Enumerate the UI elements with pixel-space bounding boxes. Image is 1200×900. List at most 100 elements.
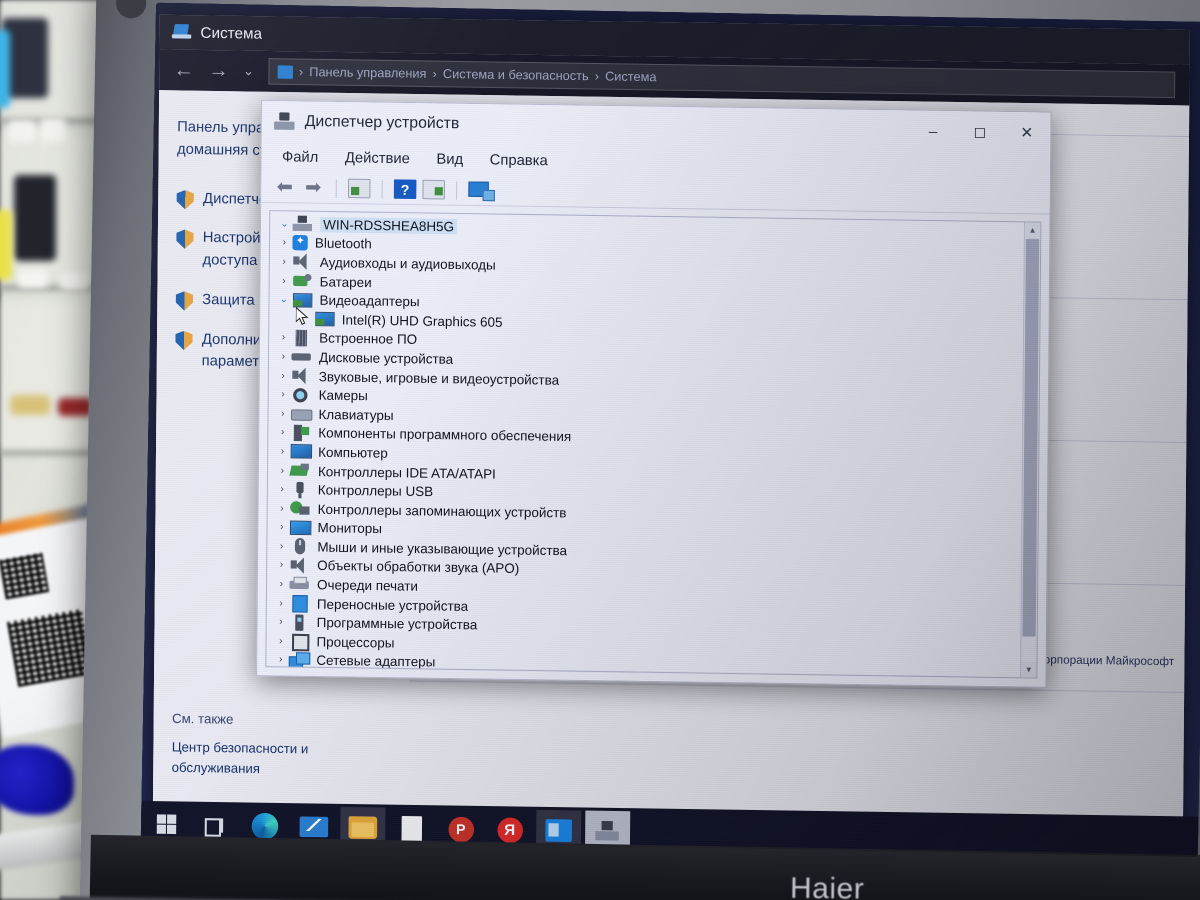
tree-item-label: Встроенное ПО: [319, 330, 418, 348]
system-icon: [172, 23, 193, 42]
breadcrumb-item-2[interactable]: Система и безопасность: [443, 67, 589, 83]
tree-item-label: Звуковые, игровые и видеоустройства: [318, 368, 560, 388]
chevron-right-icon[interactable]: ›: [275, 408, 291, 419]
edge-icon: [251, 812, 279, 840]
tree-item-label: Очереди печати: [316, 577, 418, 594]
tree-item-label: Сетевые адаптеры: [316, 652, 436, 671]
chevron-right-icon[interactable]: ›: [273, 579, 289, 590]
tree-item-label: Контроллеры запоминающих устройств: [317, 501, 567, 521]
vertical-scrollbar[interactable]: ▲ ▼: [1020, 222, 1041, 678]
scrollbar-thumb[interactable]: [1022, 238, 1040, 637]
device-manager-title: Диспетчер устройств: [304, 112, 460, 133]
chevron-right-icon[interactable]: ›: [275, 370, 291, 381]
menu-item-help[interactable]: Справка: [490, 152, 548, 169]
chevron-right-icon[interactable]: ›: [274, 522, 290, 533]
menu-item-view[interactable]: Вид: [436, 151, 463, 168]
see-also-link[interactable]: Центр безопасности и обслуживания: [172, 737, 336, 781]
chevron-right-icon[interactable]: ›: [274, 427, 290, 438]
chevron-down-icon[interactable]: ⌄: [276, 218, 292, 229]
scroll-down-button[interactable]: ▼: [1021, 661, 1037, 678]
chevron-right-icon[interactable]: ›: [274, 446, 290, 457]
breadcrumb-separator: ›: [594, 69, 600, 84]
back-arrow-icon[interactable]: ←: [174, 58, 195, 82]
phone-display: [14, 175, 56, 261]
chevron-right-icon[interactable]: ›: [274, 484, 290, 495]
chevron-right-icon[interactable]: ›: [273, 616, 289, 628]
bluetooth-icon: [292, 235, 308, 251]
qr-code: [0, 552, 50, 600]
control-panel-icon: [277, 64, 293, 79]
mail-icon: [299, 816, 329, 838]
printer-icon: [289, 576, 310, 593]
chevron-right-icon[interactable]: ›: [272, 654, 288, 665]
help-icon[interactable]: ?: [393, 179, 417, 200]
shield-icon: [175, 331, 193, 351]
chevron-right-icon[interactable]: ›: [276, 275, 292, 286]
chevron-right-icon[interactable]: ›: [273, 541, 289, 552]
document-icon: [401, 815, 423, 842]
task-view-icon: [205, 816, 228, 835]
device-manager-icon: [274, 112, 295, 131]
minimize-button[interactable]: –: [909, 110, 956, 151]
tree-item-label: Процессоры: [316, 634, 395, 651]
laptop-screen: Система ← → ⌄ › Панель управления › Сист…: [140, 2, 1200, 858]
shield-icon: [176, 190, 194, 210]
maximize-button[interactable]: ◻: [956, 111, 1003, 152]
audio-icon: [292, 254, 313, 271]
chevron-right-icon[interactable]: ›: [274, 465, 290, 476]
back-arrow-icon[interactable]: ⬅: [273, 176, 296, 200]
device-tree[interactable]: ⌄ WIN-RDSSHEA8H5G › Bluetooth ›: [266, 211, 1024, 679]
chevron-down-icon[interactable]: ⌄: [276, 294, 292, 305]
breadcrumb-separator: ›: [298, 64, 304, 80]
breadcrumb-item-3[interactable]: Система: [605, 69, 656, 84]
tree-item-label: Программные устройства: [316, 615, 478, 633]
chevron-right-icon[interactable]: ›: [276, 256, 292, 267]
audio-processing-icon: [290, 557, 311, 574]
tree-item-label: Intel(R) UHD Graphics 605: [341, 311, 503, 330]
chevron-right-icon[interactable]: ›: [275, 332, 291, 343]
mouse-icon: [290, 538, 311, 555]
display-adapter-icon: [314, 311, 335, 328]
tree-item-label: Камеры: [318, 387, 368, 404]
tree-item-label: Клавиатуры: [318, 406, 394, 423]
chevron-right-icon[interactable]: ›: [273, 560, 289, 571]
chevron-right-icon[interactable]: ›: [276, 237, 292, 248]
chevron-down-icon[interactable]: ⌄: [243, 63, 254, 79]
device-manager-window[interactable]: Диспетчер устройств – ◻ ✕ Файл Действие …: [256, 99, 1052, 688]
tree-item-label: WIN-RDSSHEA8H5G: [320, 216, 458, 235]
menu-item-file[interactable]: Файл: [282, 149, 319, 166]
tree-item-label: Контроллеры USB: [317, 482, 434, 500]
tree-item-label: Компьютер: [318, 444, 388, 461]
tree-item-label: Батареи: [319, 273, 372, 290]
close-button[interactable]: ✕: [1003, 112, 1050, 153]
price-tag: [60, 272, 90, 290]
properties-icon[interactable]: [347, 178, 371, 199]
tree-item-label: Компоненты программного обеспечения: [318, 425, 572, 445]
update-driver-icon[interactable]: [422, 179, 445, 200]
scan-hardware-icon[interactable]: [468, 180, 493, 201]
usb-icon: [290, 481, 311, 498]
screen-bezel: Система ← → ⌄ › Панель управления › Сист…: [140, 2, 1200, 858]
tree-item-label: Видеоадаптеры: [319, 292, 420, 310]
breadcrumb-separator: ›: [432, 66, 437, 82]
tree-item-label: Аудиовходы и аудиовыходы: [319, 254, 496, 273]
scroll-up-button[interactable]: ▲: [1024, 222, 1041, 238]
address-bar[interactable]: › Панель управления › Система и безопасн…: [268, 58, 1176, 99]
forward-arrow-icon[interactable]: ➡: [302, 176, 325, 200]
chevron-right-icon[interactable]: ›: [273, 635, 289, 647]
menu-item-action[interactable]: Действие: [345, 150, 410, 167]
chevron-right-icon[interactable]: ›: [273, 597, 289, 609]
sound-icon: [291, 368, 312, 385]
breadcrumb-item-1[interactable]: Панель управления: [309, 65, 426, 81]
chevron-right-icon[interactable]: ›: [275, 389, 291, 400]
software-component-icon: [291, 424, 312, 441]
device-tree-panel[interactable]: ⌄ WIN-RDSSHEA8H5G › Bluetooth ›: [265, 210, 1042, 679]
forward-arrow-icon[interactable]: →: [208, 59, 229, 83]
phone-display: [0, 210, 12, 280]
processor-icon: [289, 633, 310, 650]
chevron-right-icon[interactable]: ›: [275, 351, 291, 362]
firmware-icon: [292, 330, 313, 347]
chevron-right-icon[interactable]: ›: [274, 503, 290, 514]
camera-icon: [291, 387, 312, 404]
computer-icon: [293, 216, 314, 233]
